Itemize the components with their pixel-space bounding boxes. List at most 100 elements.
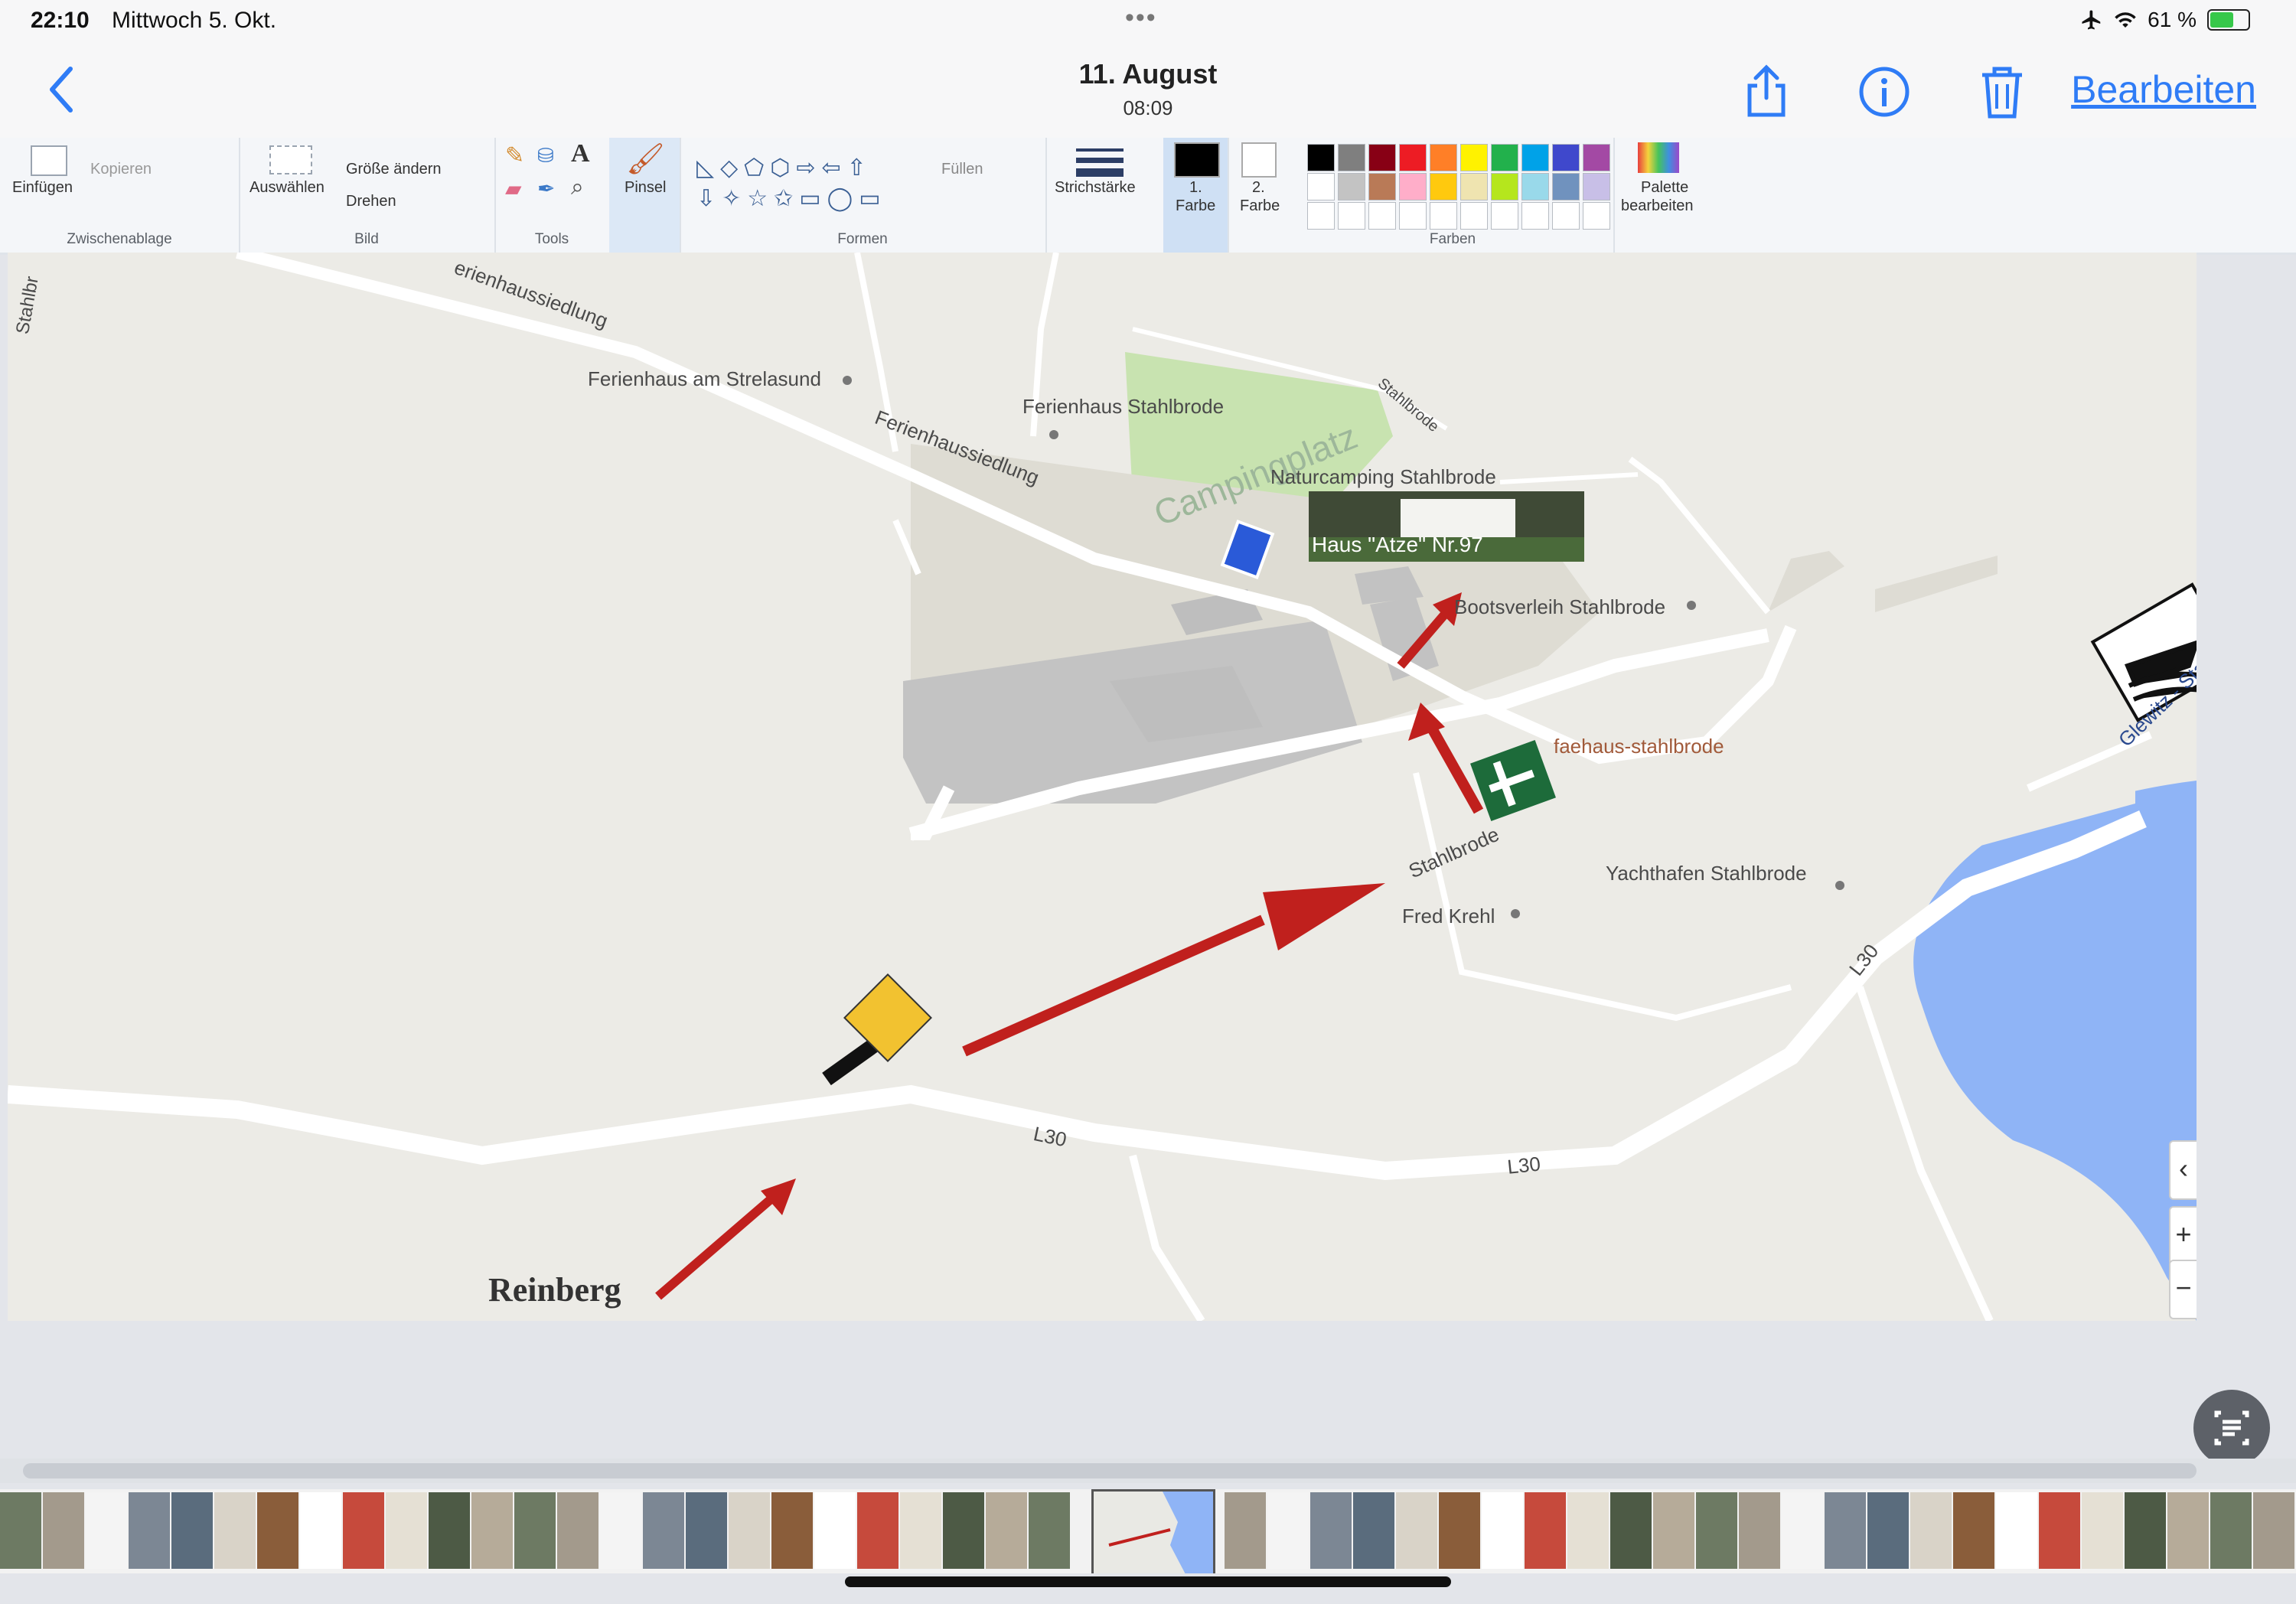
thumbnail[interactable] [1996, 1492, 2037, 1569]
thumbnail[interactable] [1525, 1492, 1566, 1569]
select-button[interactable]: Auswählen [249, 179, 325, 197]
thumbnail[interactable] [1910, 1492, 1952, 1569]
edit-button[interactable]: Bearbeiten [2071, 67, 2256, 112]
thumbnail[interactable] [2167, 1492, 2209, 1569]
palette-swatch[interactable] [1491, 144, 1518, 171]
thumbnail[interactable] [1567, 1492, 1609, 1569]
thumbnail[interactable] [257, 1492, 298, 1569]
thumbnail[interactable] [900, 1492, 941, 1569]
copy-button[interactable]: Kopieren [90, 161, 152, 178]
thumbnail[interactable] [2253, 1492, 2294, 1569]
thumbnail[interactable] [343, 1492, 384, 1569]
thumbnail[interactable] [943, 1492, 984, 1569]
thumbnail[interactable] [1029, 1492, 1070, 1569]
text-tool-icon[interactable]: A [571, 139, 590, 168]
brush-icon[interactable]: 🖌 [626, 141, 665, 177]
thumbnail[interactable] [300, 1492, 341, 1569]
thumbnail[interactable] [1482, 1492, 1523, 1569]
palette-swatch[interactable] [1460, 202, 1488, 230]
thumbnail[interactable] [471, 1492, 513, 1569]
palette-swatch[interactable] [1338, 202, 1365, 230]
thumbnail[interactable] [0, 1492, 41, 1569]
map-zoom-in-button[interactable]: + [2169, 1206, 2197, 1266]
horizontal-scrollbar[interactable] [0, 1459, 2296, 1483]
thumbnail[interactable] [429, 1492, 470, 1569]
palette-swatch[interactable] [1307, 173, 1335, 200]
thumbnail[interactable] [1867, 1492, 1909, 1569]
stroke-group[interactable]: Strichstärke [1045, 138, 1165, 253]
thumbnail[interactable] [2082, 1492, 2123, 1569]
palette-swatch[interactable] [1430, 173, 1457, 200]
map-zoom-out-button[interactable]: − [2169, 1260, 2197, 1319]
thumbnail[interactable] [1653, 1492, 1694, 1569]
thumbnail[interactable] [1225, 1492, 1266, 1569]
thumbnail[interactable] [600, 1492, 641, 1569]
palette-swatch[interactable] [1552, 144, 1580, 171]
thumbnail[interactable] [1782, 1492, 1823, 1569]
thumbnail[interactable] [814, 1492, 856, 1569]
thumbnail[interactable] [1439, 1492, 1480, 1569]
thumbnail[interactable] [514, 1492, 556, 1569]
thumbnail[interactable] [171, 1492, 213, 1569]
palette-swatch[interactable] [1521, 173, 1549, 200]
thumbnail[interactable] [86, 1492, 127, 1569]
thumbnail[interactable] [686, 1492, 727, 1569]
eraser-tool-icon[interactable]: ▰ [505, 176, 522, 201]
color1-button[interactable]: 1. Farbe [1163, 138, 1229, 253]
map-side-collapse-button[interactable]: ‹ [2169, 1140, 2197, 1200]
palette-swatch[interactable] [1552, 202, 1580, 230]
stroke-width-button[interactable]: Strichstärke [1055, 179, 1136, 197]
palette-swatch[interactable] [1307, 144, 1335, 171]
shapes-gallery[interactable]: ◺◇⬠⬡⇨⇦⇧ ⇩✧☆✩▭◯▭ [696, 153, 887, 214]
thumbnail[interactable] [129, 1492, 170, 1569]
trash-icon[interactable] [1973, 63, 2031, 121]
rotate-button[interactable]: Drehen [346, 193, 396, 210]
resize-button[interactable]: Größe ändern [346, 161, 442, 178]
palette-swatch[interactable] [1583, 202, 1610, 230]
palette-swatch[interactable] [1430, 202, 1457, 230]
thumbnail[interactable] [1310, 1492, 1352, 1569]
scrollbar-thumb[interactable] [23, 1463, 2197, 1478]
thumbnail-selected[interactable] [1091, 1489, 1215, 1573]
thumbnail[interactable] [643, 1492, 684, 1569]
palette-swatch[interactable] [1521, 144, 1549, 171]
palette-swatch[interactable] [1521, 202, 1549, 230]
palette-swatch[interactable] [1368, 173, 1396, 200]
palette-swatch[interactable] [1583, 173, 1610, 200]
palette-swatch[interactable] [1491, 173, 1518, 200]
fill-button[interactable]: Füllen [941, 161, 983, 178]
color2-button[interactable]: 2. Farbe [1228, 138, 1292, 253]
paste-icon[interactable] [31, 145, 67, 176]
thumbnail[interactable] [1739, 1492, 1780, 1569]
live-text-button[interactable] [2193, 1390, 2270, 1466]
thumbnail[interactable] [43, 1492, 84, 1569]
palette-swatch[interactable] [1368, 202, 1396, 230]
palette-swatch[interactable] [1399, 144, 1427, 171]
palette-swatch[interactable] [1368, 144, 1396, 171]
thumbnail[interactable] [1353, 1492, 1394, 1569]
magnifier-icon[interactable]: ⌕ [571, 174, 584, 200]
multitasking-dots[interactable]: ••• [1125, 3, 1157, 33]
thumbnail[interactable] [2210, 1492, 2252, 1569]
thumbnail[interactable] [857, 1492, 899, 1569]
thumbnail[interactable] [214, 1492, 256, 1569]
palette-swatch[interactable] [1430, 144, 1457, 171]
pencil-tool-icon[interactable]: ✎ [505, 142, 524, 169]
fill-tool-icon[interactable]: ⛁ [537, 144, 554, 168]
map-canvas[interactable]: Stahlbr erienhaussiedlung Ferienhaus am … [8, 253, 2197, 1323]
palette-swatch[interactable] [1338, 144, 1365, 171]
color-picker-icon[interactable]: ✒ [537, 176, 555, 201]
thumbnail[interactable] [1267, 1492, 1309, 1569]
palette-swatch[interactable] [1338, 173, 1365, 200]
thumbnail[interactable] [771, 1492, 813, 1569]
share-icon[interactable] [1737, 63, 1795, 121]
thumbnail[interactable] [1825, 1492, 1866, 1569]
palette-swatch[interactable] [1460, 173, 1488, 200]
edit-palette-group[interactable]: Palette bearbeiten [1613, 138, 1705, 253]
home-indicator[interactable] [845, 1576, 1451, 1587]
thumbnail[interactable] [729, 1492, 770, 1569]
thumbnail[interactable] [1396, 1492, 1437, 1569]
thumbnail[interactable] [386, 1492, 427, 1569]
palette-swatch[interactable] [1460, 144, 1488, 171]
paste-button[interactable]: Einfügen [12, 179, 73, 197]
